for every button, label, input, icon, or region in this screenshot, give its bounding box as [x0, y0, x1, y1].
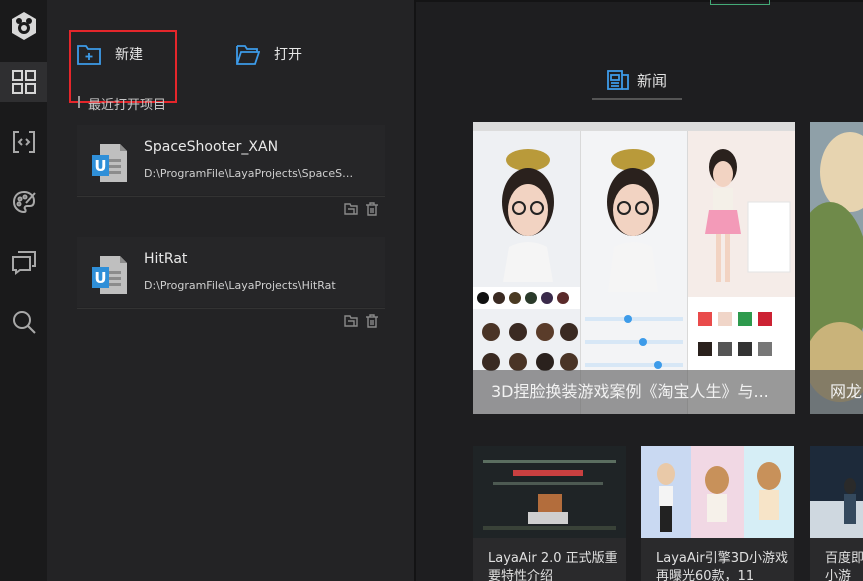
status-strip — [710, 0, 770, 5]
tab-news[interactable]: 新闻 — [592, 62, 682, 100]
sidebar — [0, 0, 47, 581]
laya-project-icon: U — [92, 144, 127, 182]
project-path: D:\ProgramFile\LayaProjects\HitRat — [144, 279, 336, 292]
code-bracket-icon — [12, 131, 35, 153]
folder-icon[interactable] — [344, 314, 358, 328]
featured-caption: 3D捏脸换装游戏案例《淘宝人生》与... — [473, 370, 795, 414]
project-actions — [77, 308, 385, 334]
sidebar-item-code[interactable] — [0, 122, 47, 162]
grid-icon — [11, 70, 36, 94]
news-article[interactable]: 百度即小游 — [810, 446, 863, 581]
article-image — [641, 446, 794, 538]
svg-text:U: U — [94, 269, 106, 287]
recent-projects-title: 最近打开项目 — [88, 98, 167, 113]
trash-icon[interactable] — [365, 314, 379, 328]
article-image — [810, 446, 863, 538]
project-actions — [77, 196, 385, 222]
project-name: HitRat — [144, 251, 188, 267]
news-icon — [607, 70, 629, 90]
news-article[interactable]: LayaAir引擎3D小游戏再曝光60款，11 — [641, 446, 794, 581]
news-card-featured[interactable]: 3D捏脸换装游戏案例《淘宝人生》与... — [473, 122, 795, 414]
article-caption: LayaAir 2.0 正式版重要特性介绍 — [488, 551, 618, 581]
project-name: SpaceShooter_XAN — [144, 139, 279, 155]
laya-project-icon: U — [92, 256, 127, 294]
section-marker — [78, 96, 80, 108]
featured-caption-2: 网龙 — [810, 370, 863, 414]
chat-icon — [11, 251, 36, 275]
laya-logo-icon — [12, 12, 36, 40]
open-project-button[interactable]: 打开 — [236, 43, 302, 65]
sidebar-item-community[interactable] — [0, 242, 47, 282]
news-card-featured-2[interactable]: 网龙 — [810, 122, 863, 414]
folder-icon[interactable] — [344, 202, 358, 216]
article-image — [473, 446, 626, 538]
trash-icon[interactable] — [365, 202, 379, 216]
article-caption: LayaAir引擎3D小游戏再曝光60款，11 — [656, 551, 788, 581]
open-project-label: 打开 — [274, 47, 302, 63]
project-path: D:\ProgramFile\LayaProjects\SpaceShooter… — [144, 167, 354, 180]
news-article[interactable]: LayaAir 2.0 正式版重要特性介绍 — [473, 446, 626, 581]
news-tab-label: 新闻 — [636, 71, 667, 90]
sidebar-item-search[interactable] — [0, 302, 47, 342]
project-item[interactable]: U SpaceShooter_XAN D:\ProgramFile\LayaPr… — [77, 125, 385, 195]
top-border — [416, 0, 863, 2]
sidebar-item-design[interactable] — [0, 182, 47, 222]
svg-text:U: U — [94, 157, 106, 175]
new-project-button[interactable]: 新建 — [77, 43, 143, 65]
project-item[interactable]: U HitRat D:\ProgramFile\LayaProjects\Hit… — [77, 237, 385, 307]
open-folder-icon — [236, 45, 260, 65]
article-caption: 百度即小游 — [825, 551, 863, 581]
new-project-label: 新建 — [115, 47, 143, 63]
palette-icon — [12, 190, 36, 214]
search-icon — [12, 311, 36, 334]
new-folder-icon — [77, 45, 101, 65]
sidebar-item-projects[interactable] — [0, 62, 47, 102]
